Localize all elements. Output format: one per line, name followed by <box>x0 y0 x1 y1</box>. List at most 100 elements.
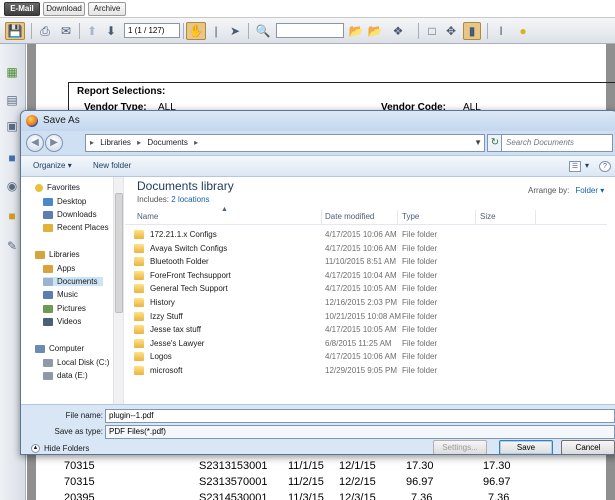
settings-button[interactable]: Settings... <box>433 440 487 454</box>
nav-libraries[interactable]: Libraries <box>35 250 80 259</box>
nav-videos[interactable]: Videos <box>43 317 81 326</box>
back-icon[interactable]: ◀ <box>26 134 44 152</box>
file-row[interactable]: Logos 4/17/2015 10:06 AM File folder <box>125 350 607 364</box>
cancel-button[interactable]: Cancel <box>561 440 615 454</box>
file-row[interactable]: 172.21.1.x Configs 4/17/2015 10:06 AM File… <box>125 228 607 242</box>
file-name-label: File name: <box>65 411 103 420</box>
nav-downloads[interactable]: Downloads <box>43 210 97 219</box>
single-page-icon[interactable]: ▮ <box>463 22 481 40</box>
next-page-icon[interactable]: ⬇ <box>103 22 119 40</box>
text-select-icon[interactable]: | <box>208 22 224 40</box>
column-type[interactable]: Type <box>402 212 419 221</box>
folder-icon <box>134 270 144 280</box>
file-row[interactable]: Bluetooth Folder 11/10/2015 8:51 AM File f… <box>125 255 607 269</box>
comment-icon[interactable]: ● <box>514 22 532 40</box>
includes-locations-link[interactable]: 2 locations <box>171 195 209 204</box>
file-row[interactable]: Jesse's Lawyer 6/8/2015 11:25 AM File fold… <box>125 337 607 351</box>
folder-icon <box>134 338 144 348</box>
column-size[interactable]: Size <box>480 212 496 221</box>
file-date: 4/17/2015 10:04 AM <box>325 270 397 280</box>
folder-icon <box>134 257 144 267</box>
pages-panel-icon[interactable]: ▦ <box>5 64 19 80</box>
file-date: 4/17/2015 10:06 AM <box>325 230 397 239</box>
document-panel-icon[interactable]: ▤ <box>5 92 19 108</box>
nav-pictures[interactable]: Pictures <box>43 304 86 313</box>
comments-panel-icon[interactable]: ■ <box>5 150 19 166</box>
file-type: File folder <box>402 230 438 239</box>
fit-page-icon[interactable]: □ <box>424 22 440 40</box>
file-name-field[interactable]: plugin--1.pdf <box>105 409 615 423</box>
help-icon[interactable]: ? <box>599 161 611 172</box>
documents-icon <box>43 277 53 286</box>
hide-folders-toggle[interactable]: ▲ Hide Folders <box>31 444 89 453</box>
save-as-type-label: Save as type: <box>54 427 103 436</box>
chevron-right-icon: ▸ <box>194 138 199 147</box>
fit-width-icon[interactable]: ✥ <box>443 22 459 40</box>
forward-icon[interactable]: ▶ <box>45 134 63 152</box>
pointer-icon[interactable]: ➤ <box>227 22 243 40</box>
address-bar[interactable]: ▸ Libraries ▸ Documents ▸ ▼ <box>85 134 485 152</box>
column-date-modified[interactable]: Date modified <box>325 212 374 221</box>
nav-recent-places[interactable]: Recent Places <box>43 223 109 232</box>
nav-local-disk[interactable]: Local Disk (C:) <box>43 358 109 367</box>
nav-computer[interactable]: Computer <box>35 344 84 353</box>
security-panel-icon[interactable]: ■ <box>5 208 19 224</box>
chevron-down-icon[interactable]: ▼ <box>474 135 482 151</box>
nav-apps[interactable]: Apps <box>43 264 75 273</box>
chevron-down-icon[interactable]: ▾ <box>585 161 589 170</box>
email-icon[interactable]: ✉ <box>57 22 75 40</box>
chevron-right-icon: ▸ <box>90 138 95 147</box>
dialog-title-bar[interactable]: Save As <box>21 111 615 131</box>
file-row[interactable]: Izzy Stuff 10/21/2015 10:08 AM File folder <box>125 310 607 324</box>
find-input[interactable] <box>276 23 344 38</box>
pdf-toolbar: 💾 ⎙ ✉ ⬆ ⬇ 1 (1 / 127) ✋ | ➤ 🔍 📂 📂 ❖ □ ✥ … <box>0 18 615 44</box>
save-button[interactable]: Save <box>499 440 553 454</box>
hand-tool-icon[interactable]: ✋ <box>186 22 206 40</box>
file-row[interactable]: History 12/16/2015 2:03 PM File folder <box>125 296 607 310</box>
folder-icon <box>134 366 144 375</box>
nav-music[interactable]: Music <box>43 290 78 299</box>
view-options-icon[interactable]: ☰ <box>569 161 581 172</box>
save-as-type-select[interactable]: PDF Files(*.pdf) <box>105 425 615 439</box>
new-folder-button[interactable]: New folder <box>93 161 131 170</box>
search-input[interactable]: Search Documents <box>501 134 613 152</box>
arrange-by-dropdown[interactable]: Folder ▾ <box>575 186 604 195</box>
page-number-field[interactable]: 1 (1 / 127) <box>124 23 180 38</box>
breadcrumb-libraries[interactable]: Libraries <box>100 138 131 147</box>
nav-data-drive[interactable]: data (E:) <box>43 371 88 380</box>
file-type: File folder <box>402 284 438 294</box>
file-row[interactable]: microsoft 12/29/2015 9:05 PM File folder <box>125 364 607 378</box>
sort-ascending-icon: ▲ <box>221 206 228 213</box>
find-next-icon[interactable]: 📂 <box>367 22 383 40</box>
file-date: 10/21/2015 10:08 AM <box>325 311 402 321</box>
text-annotation-icon[interactable]: I <box>492 22 510 40</box>
layers-panel-icon[interactable]: ◉ <box>5 178 19 194</box>
navigation-scrollbar[interactable] <box>113 177 123 404</box>
print-icon[interactable]: ⎙ <box>36 22 54 40</box>
file-row[interactable]: Jesse tax stuff 4/17/2015 10:05 AM File fo… <box>125 323 607 337</box>
find-previous-icon[interactable]: 📂 <box>348 22 364 40</box>
file-row[interactable]: ForeFront Techsupport 4/17/2015 10:04 AM F… <box>125 269 607 283</box>
attachments-panel-icon[interactable]: ▣ <box>5 118 19 134</box>
firefox-icon <box>26 115 38 127</box>
nav-desktop[interactable]: Desktop <box>43 197 86 206</box>
file-type: File folder <box>402 325 438 335</box>
scrollbar-thumb[interactable] <box>115 193 123 313</box>
breadcrumb-documents[interactable]: Documents <box>147 138 187 147</box>
organize-button[interactable]: Organize ▾ <box>33 161 72 170</box>
save-icon[interactable]: 💾 <box>5 22 25 40</box>
file-name: History <box>150 298 175 307</box>
zoom-icon[interactable]: ❖ <box>387 22 409 40</box>
tab-email[interactable]: E-Mail <box>4 2 40 16</box>
find-icon[interactable]: 🔍 <box>254 22 272 40</box>
previous-page-icon[interactable]: ⬆ <box>84 22 100 40</box>
nav-favorites[interactable]: Favorites <box>35 183 80 192</box>
column-name[interactable]: Name <box>137 212 158 221</box>
tab-download[interactable]: Download <box>43 2 85 16</box>
signatures-panel-icon[interactable]: ✎ <box>5 238 19 254</box>
file-row[interactable]: Avaya Switch Configs 4/17/2015 10:06 AM Fi… <box>125 242 607 256</box>
nav-documents[interactable]: Documents <box>43 277 104 286</box>
pictures-icon <box>43 304 53 313</box>
tab-archive[interactable]: Archive <box>88 2 126 16</box>
file-row[interactable]: General Tech Support 4/17/2015 10:05 AM Fi… <box>125 282 607 296</box>
